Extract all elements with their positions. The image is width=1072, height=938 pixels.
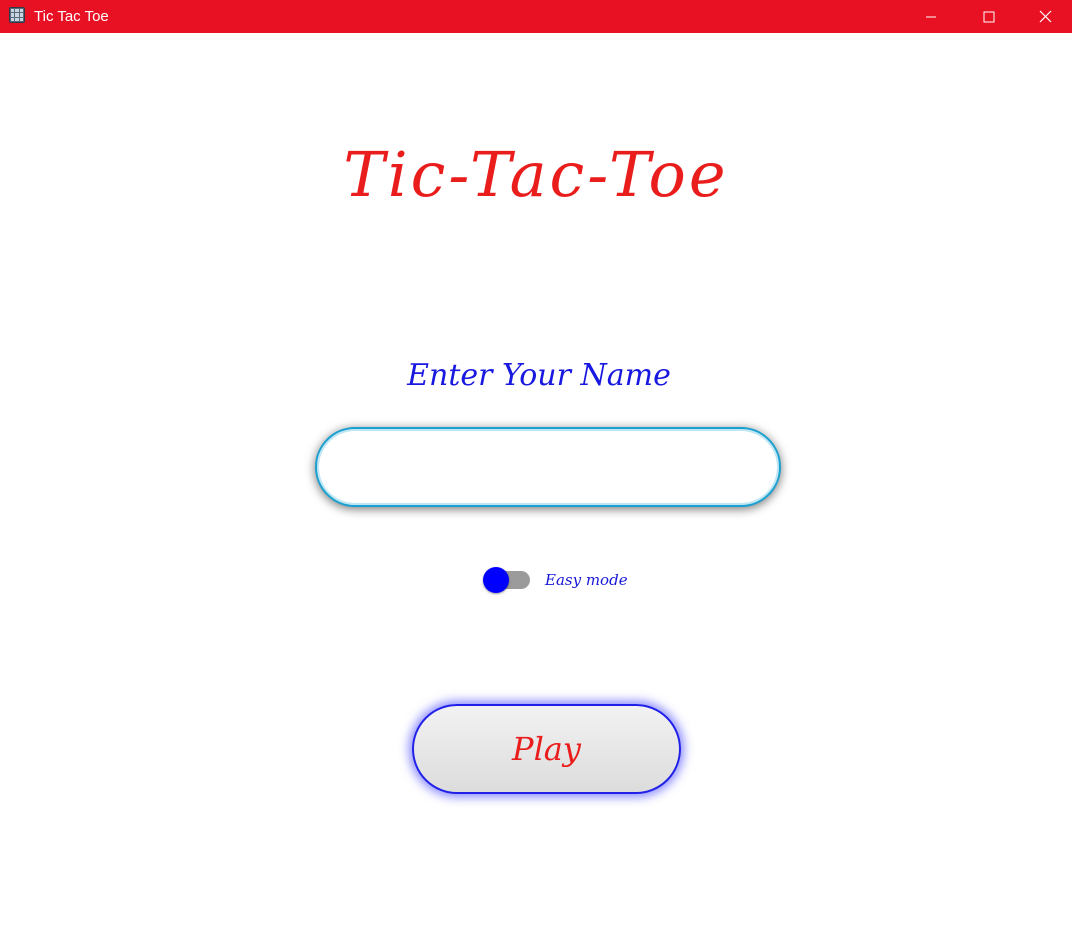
minimize-icon <box>926 16 936 17</box>
maximize-button[interactable] <box>960 0 1018 33</box>
name-input[interactable] <box>315 427 781 507</box>
easy-mode-toggle[interactable] <box>483 566 531 594</box>
easy-mode-toggle-row: Easy mode <box>483 566 628 594</box>
title-bar[interactable]: Tic Tac Toe <box>0 0 1072 33</box>
window-title: Tic Tac Toe <box>34 8 109 25</box>
app-grid-icon <box>9 7 25 23</box>
close-button[interactable] <box>1018 0 1072 33</box>
easy-mode-label: Easy mode <box>545 571 628 589</box>
play-button[interactable]: Play <box>412 704 681 794</box>
app-window: Tic Tac Toe Tic-Tac-Toe Enter Your Name … <box>0 0 1072 938</box>
close-icon <box>1039 10 1051 23</box>
maximize-icon <box>983 11 995 22</box>
game-title: Tic-Tac-Toe <box>343 138 729 211</box>
name-label: Enter Your Name <box>407 358 671 393</box>
play-button-label: Play <box>512 730 581 768</box>
toggle-knob <box>483 567 509 593</box>
minimize-button[interactable] <box>902 0 960 33</box>
